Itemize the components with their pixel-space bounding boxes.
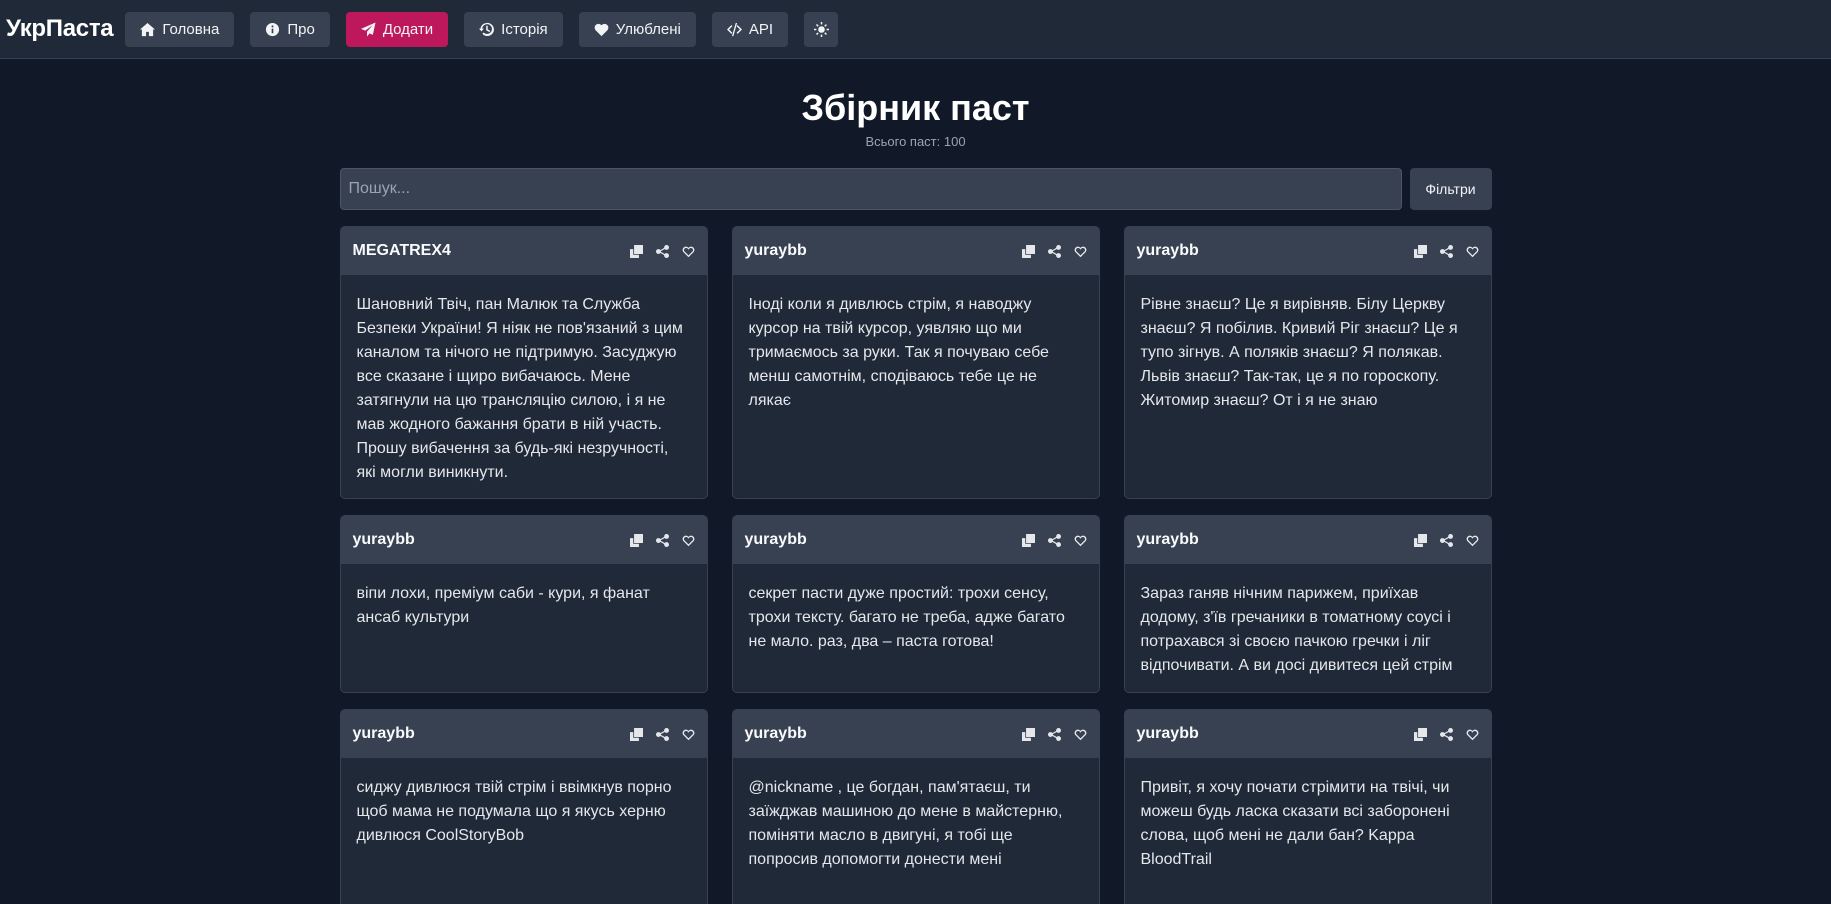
heart-icon[interactable] — [682, 245, 695, 258]
card-header: yuraybb — [1124, 516, 1491, 565]
copy-icon[interactable] — [1021, 727, 1035, 741]
share-icon[interactable] — [1439, 533, 1453, 547]
share-icon[interactable] — [655, 727, 669, 741]
heart-icon[interactable] — [1466, 728, 1479, 741]
card-text: Іноді коли я дивлюсь стрім, я наводжу ку… — [748, 296, 1049, 410]
card-text: Рівне знаєш? Це я вирівняв. Білу Церкву … — [1140, 296, 1458, 410]
paste-card: yuraybb Рівне знаєш? Це я вирівняв. Білу… — [1123, 226, 1492, 500]
heart-icon[interactable] — [682, 728, 695, 741]
copy-icon[interactable] — [1021, 533, 1035, 547]
filters-button[interactable]: Фільтри — [1409, 168, 1492, 211]
card-text: секрет пасти дуже простий: трохи сенсу, … — [748, 585, 1065, 651]
paste-card: yuraybb @nickname , це богдан, пам'ятаєш… — [731, 709, 1100, 904]
heart-icon[interactable] — [1074, 728, 1087, 741]
copy-icon[interactable] — [1021, 244, 1035, 258]
nav-home-label: Головна — [162, 20, 220, 38]
card-text: Привіт, я хочу почати стрімити на твічі,… — [1140, 779, 1450, 869]
share-icon[interactable] — [1439, 727, 1453, 741]
copy-icon[interactable] — [629, 727, 643, 741]
paste-card: yuraybb Привіт, я хочу почати стрімити н… — [1123, 709, 1492, 904]
history-icon — [479, 22, 495, 36]
card-author[interactable]: yuraybb — [1137, 242, 1199, 260]
card-author[interactable]: yuraybb — [745, 531, 807, 549]
copy-icon[interactable] — [629, 533, 643, 547]
nav-about-button[interactable]: Про — [250, 11, 330, 47]
heart-icon — [594, 23, 609, 36]
brand-logo[interactable]: УкрПаста — [6, 15, 114, 43]
copy-icon[interactable] — [1413, 727, 1427, 741]
card-header: yuraybb — [732, 516, 1099, 565]
share-icon[interactable] — [655, 533, 669, 547]
nav-favorites-label: Улюблені — [615, 20, 681, 38]
paste-grid-row-3: yuraybb сиджу дивлюся твій стрім і ввімк… — [339, 709, 1492, 904]
card-author[interactable]: yuraybb — [353, 725, 415, 743]
nav-history-button[interactable]: Історія — [464, 11, 563, 47]
home-icon — [140, 22, 156, 36]
card-author[interactable]: yuraybb — [1137, 725, 1199, 743]
share-icon[interactable] — [1047, 533, 1061, 547]
send-icon — [360, 21, 376, 37]
copy-icon[interactable] — [629, 244, 643, 258]
heart-icon[interactable] — [1074, 245, 1087, 258]
nav-history-label: Історія — [501, 20, 548, 38]
search-input[interactable] — [339, 168, 1402, 211]
heart-icon[interactable] — [1466, 534, 1479, 547]
card-header: yuraybb — [1124, 227, 1491, 276]
nav-favorites-button[interactable]: Улюблені — [578, 11, 696, 47]
search-bar: Фільтри — [339, 168, 1492, 211]
paste-card: MEGATREX4 Шановний Твіч, пан Малюк та Сл… — [339, 226, 708, 500]
paste-count: Всього паст: 100 — [865, 134, 966, 150]
theme-toggle-button[interactable] — [804, 11, 839, 47]
paste-card: yuraybb Іноді коли я дивлюсь стрім, я на… — [731, 226, 1100, 500]
paste-grid-row-1: MEGATREX4 Шановний Твіч, пан Малюк та Сл… — [339, 226, 1492, 500]
main-content: Збірник паст Всього паст: 100 Фільтри ME… — [339, 87, 1492, 904]
card-text: Зараз ганяв нічним парижем, приїхав додо… — [1140, 585, 1453, 675]
card-header: MEGATREX4 — [340, 227, 707, 276]
card-author[interactable]: MEGATREX4 — [353, 242, 451, 260]
paste-card: yuraybb віпи лохи, преміум саби - кури, … — [339, 515, 708, 694]
share-icon[interactable] — [1439, 244, 1453, 258]
card-text: Шановний Твіч, пан Малюк та Служба Безпе… — [356, 296, 683, 482]
copy-icon[interactable] — [1413, 533, 1427, 547]
nav-api-button[interactable]: API — [711, 11, 789, 47]
navbar: УкрПаста Головна Про Додати Історія Улюб… — [0, 0, 1831, 59]
card-author[interactable]: yuraybb — [745, 242, 807, 260]
copy-icon[interactable] — [1413, 244, 1427, 258]
card-header: yuraybb — [340, 516, 707, 565]
paste-card: yuraybb сиджу дивлюся твій стрім і ввімк… — [339, 709, 708, 904]
paste-grid-row-2: yuraybb віпи лохи, преміум саби - кури, … — [339, 515, 1492, 694]
paste-card: yuraybb Зараз ганяв нічним парижем, приї… — [1123, 515, 1492, 694]
share-icon[interactable] — [1047, 244, 1061, 258]
nav-add-button[interactable]: Додати — [345, 11, 449, 47]
sun-icon — [813, 21, 829, 37]
code-icon — [726, 22, 742, 36]
card-author[interactable]: yuraybb — [1137, 531, 1199, 549]
card-text: віпи лохи, преміум саби - кури, я фанат … — [356, 585, 650, 627]
nav-api-label: API — [748, 20, 774, 38]
page-title: Збірник паст — [801, 87, 1030, 128]
nav-home-button[interactable]: Головна — [125, 11, 235, 47]
heart-icon[interactable] — [1466, 245, 1479, 258]
card-author[interactable]: yuraybb — [353, 531, 415, 549]
card-header: yuraybb — [732, 710, 1099, 759]
card-text: сиджу дивлюся твій стрім і ввімкнув порн… — [356, 779, 672, 845]
heart-icon[interactable] — [682, 534, 695, 547]
paste-card: yuraybb секрет пасти дуже простий: трохи… — [731, 515, 1100, 694]
nav-about-label: Про — [287, 20, 315, 38]
share-icon[interactable] — [1047, 727, 1061, 741]
card-header: yuraybb — [732, 227, 1099, 276]
heart-icon[interactable] — [1074, 534, 1087, 547]
nav-add-label: Додати — [382, 20, 434, 38]
card-text: @nickname , це богдан, пам'ятаєш, ти заї… — [748, 779, 1063, 869]
share-icon[interactable] — [655, 244, 669, 258]
card-header: yuraybb — [1124, 710, 1491, 759]
info-icon — [266, 22, 280, 36]
card-author[interactable]: yuraybb — [745, 725, 807, 743]
card-header: yuraybb — [340, 710, 707, 759]
